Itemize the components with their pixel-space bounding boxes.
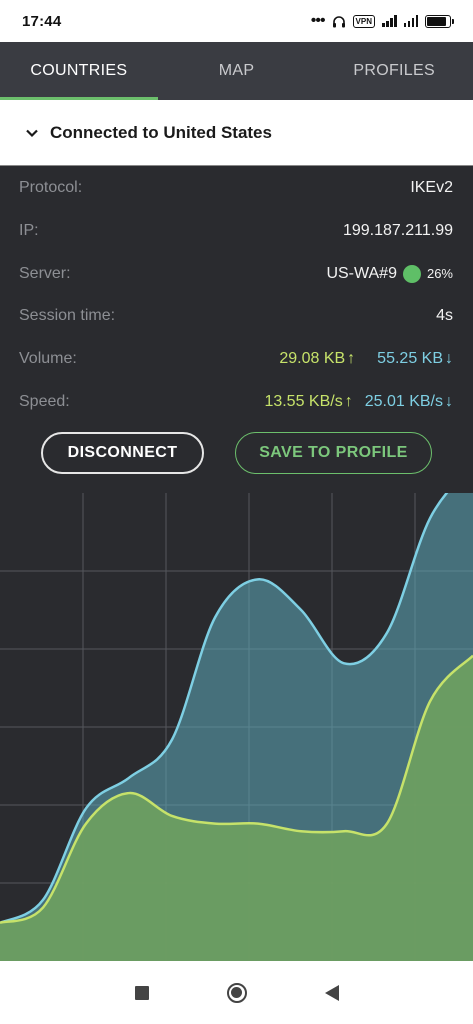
ip-value: 199.187.211.99 — [342, 222, 453, 240]
volume-values: 29.08 KB ↑ 55.25 KB ↓ — [279, 350, 453, 368]
connection-info: Protocol: IKEv2 IP: 199.187.211.99 Serve… — [0, 167, 473, 423]
status-bar: 17:44 ••• VPN — [0, 0, 473, 42]
system-nav-bar — [0, 961, 473, 1024]
signal-4g-icon — [403, 15, 418, 27]
protocol-value: IKEv2 — [410, 179, 453, 197]
headset-icon — [332, 15, 345, 27]
speed-up-group: 13.55 KB/s ↑ — [264, 393, 352, 411]
notification-dots-icon: ••• — [310, 12, 326, 29]
server-row: Server: US-WA#9 26% — [0, 252, 473, 295]
speed-row: Speed: 13.55 KB/s ↑ 25.01 KB/s ↓ — [0, 380, 473, 423]
ip-row: IP: 199.187.211.99 — [0, 210, 473, 253]
save-to-profile-button[interactable]: SAVE TO PROFILE — [235, 432, 432, 474]
disconnect-button[interactable]: DISCONNECT — [41, 432, 204, 474]
volume-row: Volume: 29.08 KB ↑ 55.25 KB ↓ — [0, 338, 473, 381]
home-icon[interactable] — [226, 982, 247, 1003]
chevron-down-icon — [26, 129, 38, 137]
arrow-down-icon: ↓ — [445, 350, 453, 368]
traffic-chart — [0, 493, 473, 961]
ip-label: IP: — [19, 222, 39, 240]
tab-bar: COUNTRIES MAP PROFILES — [0, 42, 473, 100]
server-label: Server: — [19, 264, 71, 282]
volume-down: 55.25 KB — [377, 350, 443, 368]
speed-down-group: 25.01 KB/s ↓ — [365, 393, 453, 411]
server-value: US-WA#9 — [326, 264, 397, 282]
tab-countries[interactable]: COUNTRIES — [0, 42, 158, 100]
status-icons: ••• VPN — [310, 12, 454, 29]
vpn-badge-icon: VPN — [352, 14, 375, 28]
volume-down-group: 55.25 KB ↓ — [377, 350, 453, 368]
server-value-group: US-WA#9 26% — [326, 264, 453, 283]
tab-map[interactable]: MAP — [158, 42, 316, 100]
protocol-label: Protocol: — [19, 179, 83, 197]
status-time: 17:44 — [22, 12, 62, 30]
server-load-dot-icon — [402, 264, 421, 283]
speed-values: 13.55 KB/s ↑ 25.01 KB/s ↓ — [264, 393, 453, 411]
arrow-up-icon: ↑ — [344, 392, 353, 410]
volume-up: 29.08 KB — [279, 350, 346, 368]
volume-label: Volume: — [19, 350, 77, 368]
arrow-down-icon: ↓ — [445, 392, 453, 410]
session-row: Session time: 4s — [0, 295, 473, 338]
speed-down: 25.01 KB/s — [364, 392, 443, 410]
speed-up: 13.55 KB/s — [264, 392, 343, 410]
recents-icon[interactable] — [134, 985, 149, 1000]
session-value: 4s — [436, 307, 453, 325]
volume-up-group: 29.08 KB ↑ — [279, 350, 355, 368]
back-icon[interactable] — [324, 984, 339, 1001]
session-label: Session time: — [19, 307, 116, 325]
signal-icon — [382, 15, 397, 27]
protocol-row: Protocol: IKEv2 — [0, 167, 473, 210]
connection-status: Connected to United States — [50, 122, 272, 142]
arrow-up-icon: ↑ — [347, 350, 356, 368]
server-load: 26% — [426, 266, 453, 282]
connection-header[interactable]: Connected to United States — [0, 100, 473, 166]
battery-icon — [425, 14, 454, 28]
tab-profiles[interactable]: PROFILES — [315, 42, 473, 100]
speed-label: Speed: — [19, 392, 70, 410]
